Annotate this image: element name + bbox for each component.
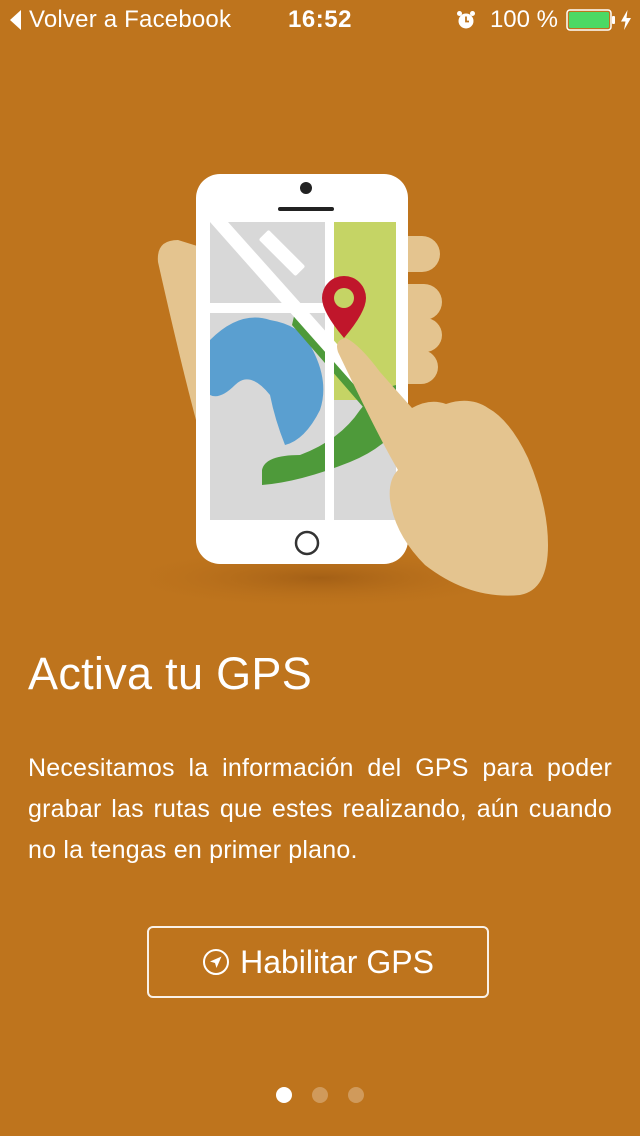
phone-speaker [278, 207, 334, 211]
status-bar: Volver a Facebook 16:52 100 % [0, 0, 640, 40]
alarm-icon [456, 11, 475, 29]
enable-gps-button[interactable]: Habilitar GPS [147, 926, 489, 998]
phone-map-illustration [150, 174, 548, 610]
page-indicator [0, 1087, 640, 1103]
enable-gps-label: Habilitar GPS [240, 943, 434, 980]
charging-bolt-icon [621, 10, 631, 30]
status-right-group: 100 % [456, 6, 632, 34]
battery-icon [566, 9, 615, 31]
phone-camera [300, 182, 312, 194]
page-dot-3[interactable] [348, 1087, 364, 1103]
navigation-arrow-icon [203, 949, 230, 975]
page-title: Activa tu GPS [28, 648, 313, 699]
gps-description: Necesitamos la información del GPS para … [28, 754, 612, 864]
page-dot-1[interactable] [276, 1087, 292, 1103]
page-dot-2[interactable] [312, 1087, 328, 1103]
battery-percentage: 100 % [489, 6, 558, 33]
